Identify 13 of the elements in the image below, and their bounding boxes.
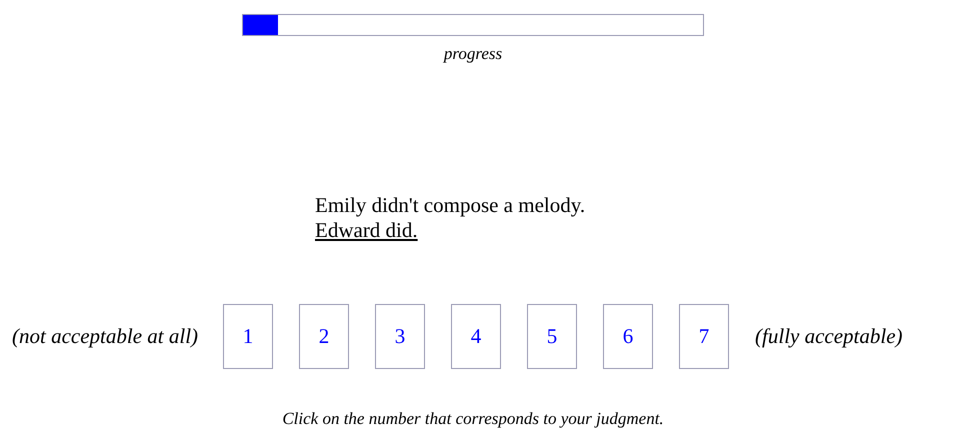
scale-min-label: (not acceptable at all) — [12, 324, 198, 349]
sentence-text: Emily didn't compose a melody. — [315, 193, 586, 218]
progress-label: progress — [442, 44, 504, 64]
rating-button[interactable]: 2 — [299, 304, 350, 369]
rating-button[interactable]: 3 — [375, 304, 426, 369]
rating-button[interactable]: 1 — [223, 304, 274, 369]
sentence-text: Edward did. — [315, 218, 418, 243]
rating-button[interactable]: 7 — [679, 304, 730, 369]
rating-button[interactable]: 5 — [527, 304, 578, 369]
instruction-text: Click on the number that corresponds to your judgment. — [281, 409, 665, 429]
rating-button[interactable]: 6 — [603, 304, 654, 369]
scale-max-label: (fully acceptable) — [755, 324, 903, 349]
rating-button[interactable]: 4 — [451, 304, 502, 369]
